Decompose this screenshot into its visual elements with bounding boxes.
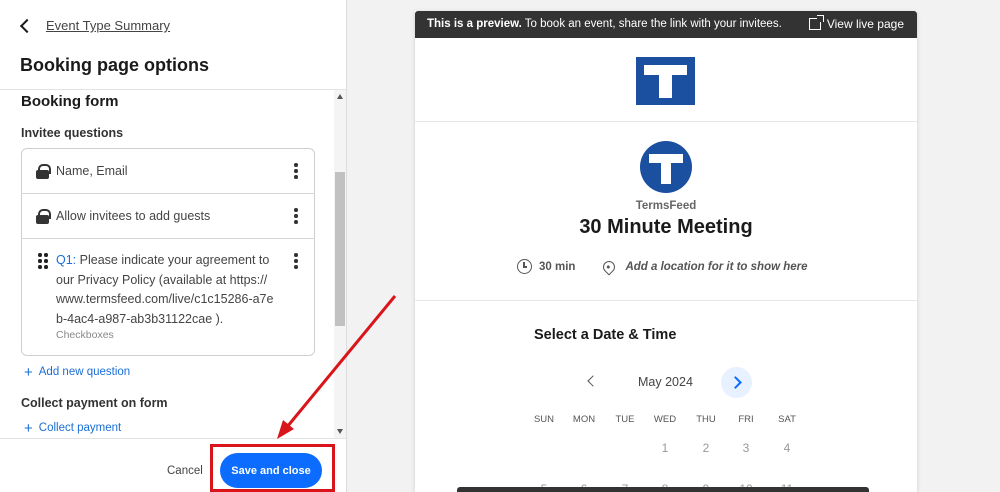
event-details: 30 min Add a location for it to show her… — [517, 258, 808, 275]
scrollbar-thumb[interactable] — [335, 172, 345, 326]
chevron-left-icon[interactable] — [19, 18, 35, 34]
event-location: Add a location for it to show here — [625, 260, 808, 273]
weekday-label: SUN — [533, 414, 555, 425]
add-new-question-link[interactable]: + Add new question — [24, 363, 131, 381]
question-row-name-email[interactable]: Name, Email — [22, 149, 314, 194]
panel-title: Booking page options — [20, 55, 209, 75]
calendar-day: 4 — [783, 441, 791, 455]
clock-icon — [517, 259, 532, 274]
save-and-close-button[interactable]: Save and close — [220, 453, 322, 488]
question-text: Allow invitees to add guests — [56, 209, 211, 223]
weekday-label: SAT — [778, 414, 796, 425]
collect-payment-label: Collect payment — [38, 422, 122, 434]
back-link-label[interactable]: Event Type Summary — [46, 18, 170, 33]
view-live-label[interactable]: View live page — [827, 17, 904, 31]
calendar-day: 1 — [661, 441, 669, 455]
calendar-day: 3 — [742, 441, 750, 455]
divider — [415, 300, 917, 301]
booking-form-scroll-area: Booking form Invitee questions Name, Ema… — [0, 90, 346, 438]
plus-icon: + — [24, 363, 33, 381]
invitee-questions-heading: Invitee questions — [21, 126, 124, 140]
plus-icon: + — [24, 419, 33, 437]
add-question-label: Add new question — [38, 366, 131, 378]
preview-banner-text: This is a preview. To book an event, sha… — [427, 18, 782, 30]
organizer-name: TermsFeed — [635, 200, 697, 212]
company-logo — [636, 57, 695, 105]
booking-form-heading: Booking form — [21, 93, 119, 110]
question-row-guests[interactable]: Allow invitees to add guests — [22, 194, 314, 239]
custom-question-text: Q1: Please indicate your agreement to ou… — [56, 251, 276, 329]
drag-handle-icon[interactable] — [38, 253, 48, 269]
preview-banner: This is a preview. To book an event, sha… — [415, 11, 917, 38]
previous-month-button[interactable] — [587, 375, 599, 387]
event-duration: 30 min — [539, 260, 576, 273]
organizer-avatar — [640, 141, 692, 193]
select-date-time-heading: Select a Date & Time — [534, 327, 677, 343]
weekday-label: FRI — [738, 414, 754, 425]
invitee-questions-list: Name, Email Allow invitees to add guests… — [21, 148, 315, 356]
more-options-icon[interactable] — [294, 208, 298, 224]
calendar-day: 2 — [702, 441, 710, 455]
external-link-icon[interactable] — [808, 15, 824, 30]
lock-icon — [36, 209, 51, 224]
question-type-label: Checkboxes — [56, 329, 114, 341]
scroll-down-arrow-icon[interactable] — [337, 429, 343, 434]
back-to-summary-link[interactable]: Event Type Summary — [19, 18, 170, 34]
question-number-label: Q1: — [56, 253, 77, 267]
view-live-page-link[interactable]: View live page — [808, 15, 904, 31]
divider — [415, 121, 917, 122]
collect-payment-link[interactable]: + Collect payment — [24, 419, 122, 437]
cancel-button[interactable]: Cancel — [167, 465, 203, 477]
weekday-label: MON — [572, 414, 596, 425]
weekday-label: TUE — [615, 414, 635, 425]
weekday-label: THU — [696, 414, 716, 425]
next-month-button[interactable] — [721, 367, 752, 398]
event-title: 30 Minute Meeting — [579, 216, 753, 238]
question-body: Please indicate your agreement to our Pr… — [56, 253, 274, 326]
question-text: Name, Email — [56, 164, 128, 178]
current-month-label: May 2024 — [638, 375, 693, 389]
location-pin-icon — [600, 258, 618, 275]
booking-options-panel: Event Type Summary Booking page options … — [0, 0, 347, 492]
preview-bottom-bar — [457, 487, 869, 492]
more-options-icon[interactable] — [294, 163, 298, 179]
weekday-label: WED — [653, 414, 677, 425]
scrollbar[interactable] — [334, 90, 346, 438]
more-options-icon[interactable] — [294, 253, 298, 269]
scroll-up-arrow-icon[interactable] — [337, 94, 343, 99]
collect-payment-heading: Collect payment on form — [21, 396, 168, 410]
booking-page-preview: This is a preview. To book an event, sha… — [415, 11, 917, 492]
lock-icon — [36, 164, 51, 179]
question-row-privacy-policy[interactable]: Q1: Please indicate your agreement to ou… — [22, 239, 314, 355]
